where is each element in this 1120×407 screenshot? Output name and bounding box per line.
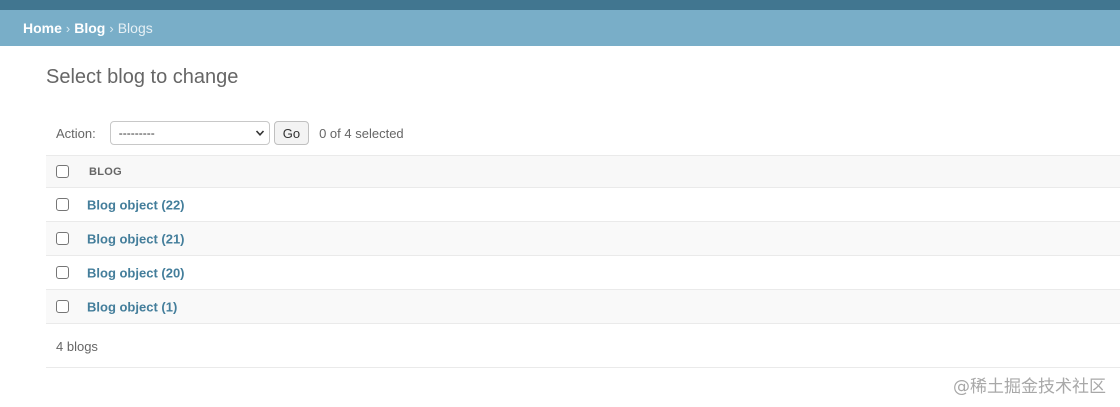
- action-select[interactable]: ---------: [109, 121, 270, 145]
- row-checkbox[interactable]: [56, 265, 69, 279]
- row-link[interactable]: Blog object (22): [87, 197, 185, 212]
- results-table: BLOG Blog object (22) Blog object (21) B…: [46, 155, 1120, 324]
- row-checkbox[interactable]: [56, 231, 69, 245]
- row-checkbox[interactable]: [56, 299, 69, 313]
- breadcrumb-blog-link[interactable]: Blog: [74, 20, 105, 36]
- table-header-row: BLOG: [46, 155, 1120, 188]
- table-row: Blog object (1): [46, 290, 1120, 324]
- select-all-checkbox[interactable]: [56, 164, 69, 178]
- watermark: @稀土掘金技术社区: [953, 377, 1106, 397]
- paginator: 4 blogs: [46, 325, 1120, 368]
- go-button[interactable]: Go: [273, 121, 310, 145]
- header-bar: [0, 0, 1120, 10]
- breadcrumb: Home › Blog › Blogs: [0, 10, 1120, 46]
- table-row: Blog object (20): [46, 256, 1120, 290]
- actions-bar: Action: --------- Go 0 of 4 selected: [56, 121, 404, 145]
- action-label: Action:: [56, 125, 96, 141]
- breadcrumb-separator: ›: [65, 20, 71, 36]
- table-row: Blog object (22): [46, 188, 1120, 222]
- column-header-blog[interactable]: BLOG: [89, 166, 122, 178]
- selected-count: 0 of 4 selected: [319, 125, 404, 141]
- row-link[interactable]: Blog object (20): [87, 265, 185, 280]
- page-title: Select blog to change: [46, 66, 239, 88]
- chevron-down-icon: [255, 130, 264, 136]
- breadcrumb-current: Blogs: [117, 20, 153, 36]
- action-select-value: ---------: [118, 126, 155, 140]
- breadcrumb-separator: ›: [109, 20, 114, 36]
- row-link[interactable]: Blog object (21): [87, 231, 185, 246]
- table-row: Blog object (21): [46, 222, 1120, 256]
- breadcrumb-home-link[interactable]: Home: [23, 20, 62, 36]
- row-checkbox[interactable]: [56, 197, 69, 211]
- row-link[interactable]: Blog object (1): [87, 299, 177, 314]
